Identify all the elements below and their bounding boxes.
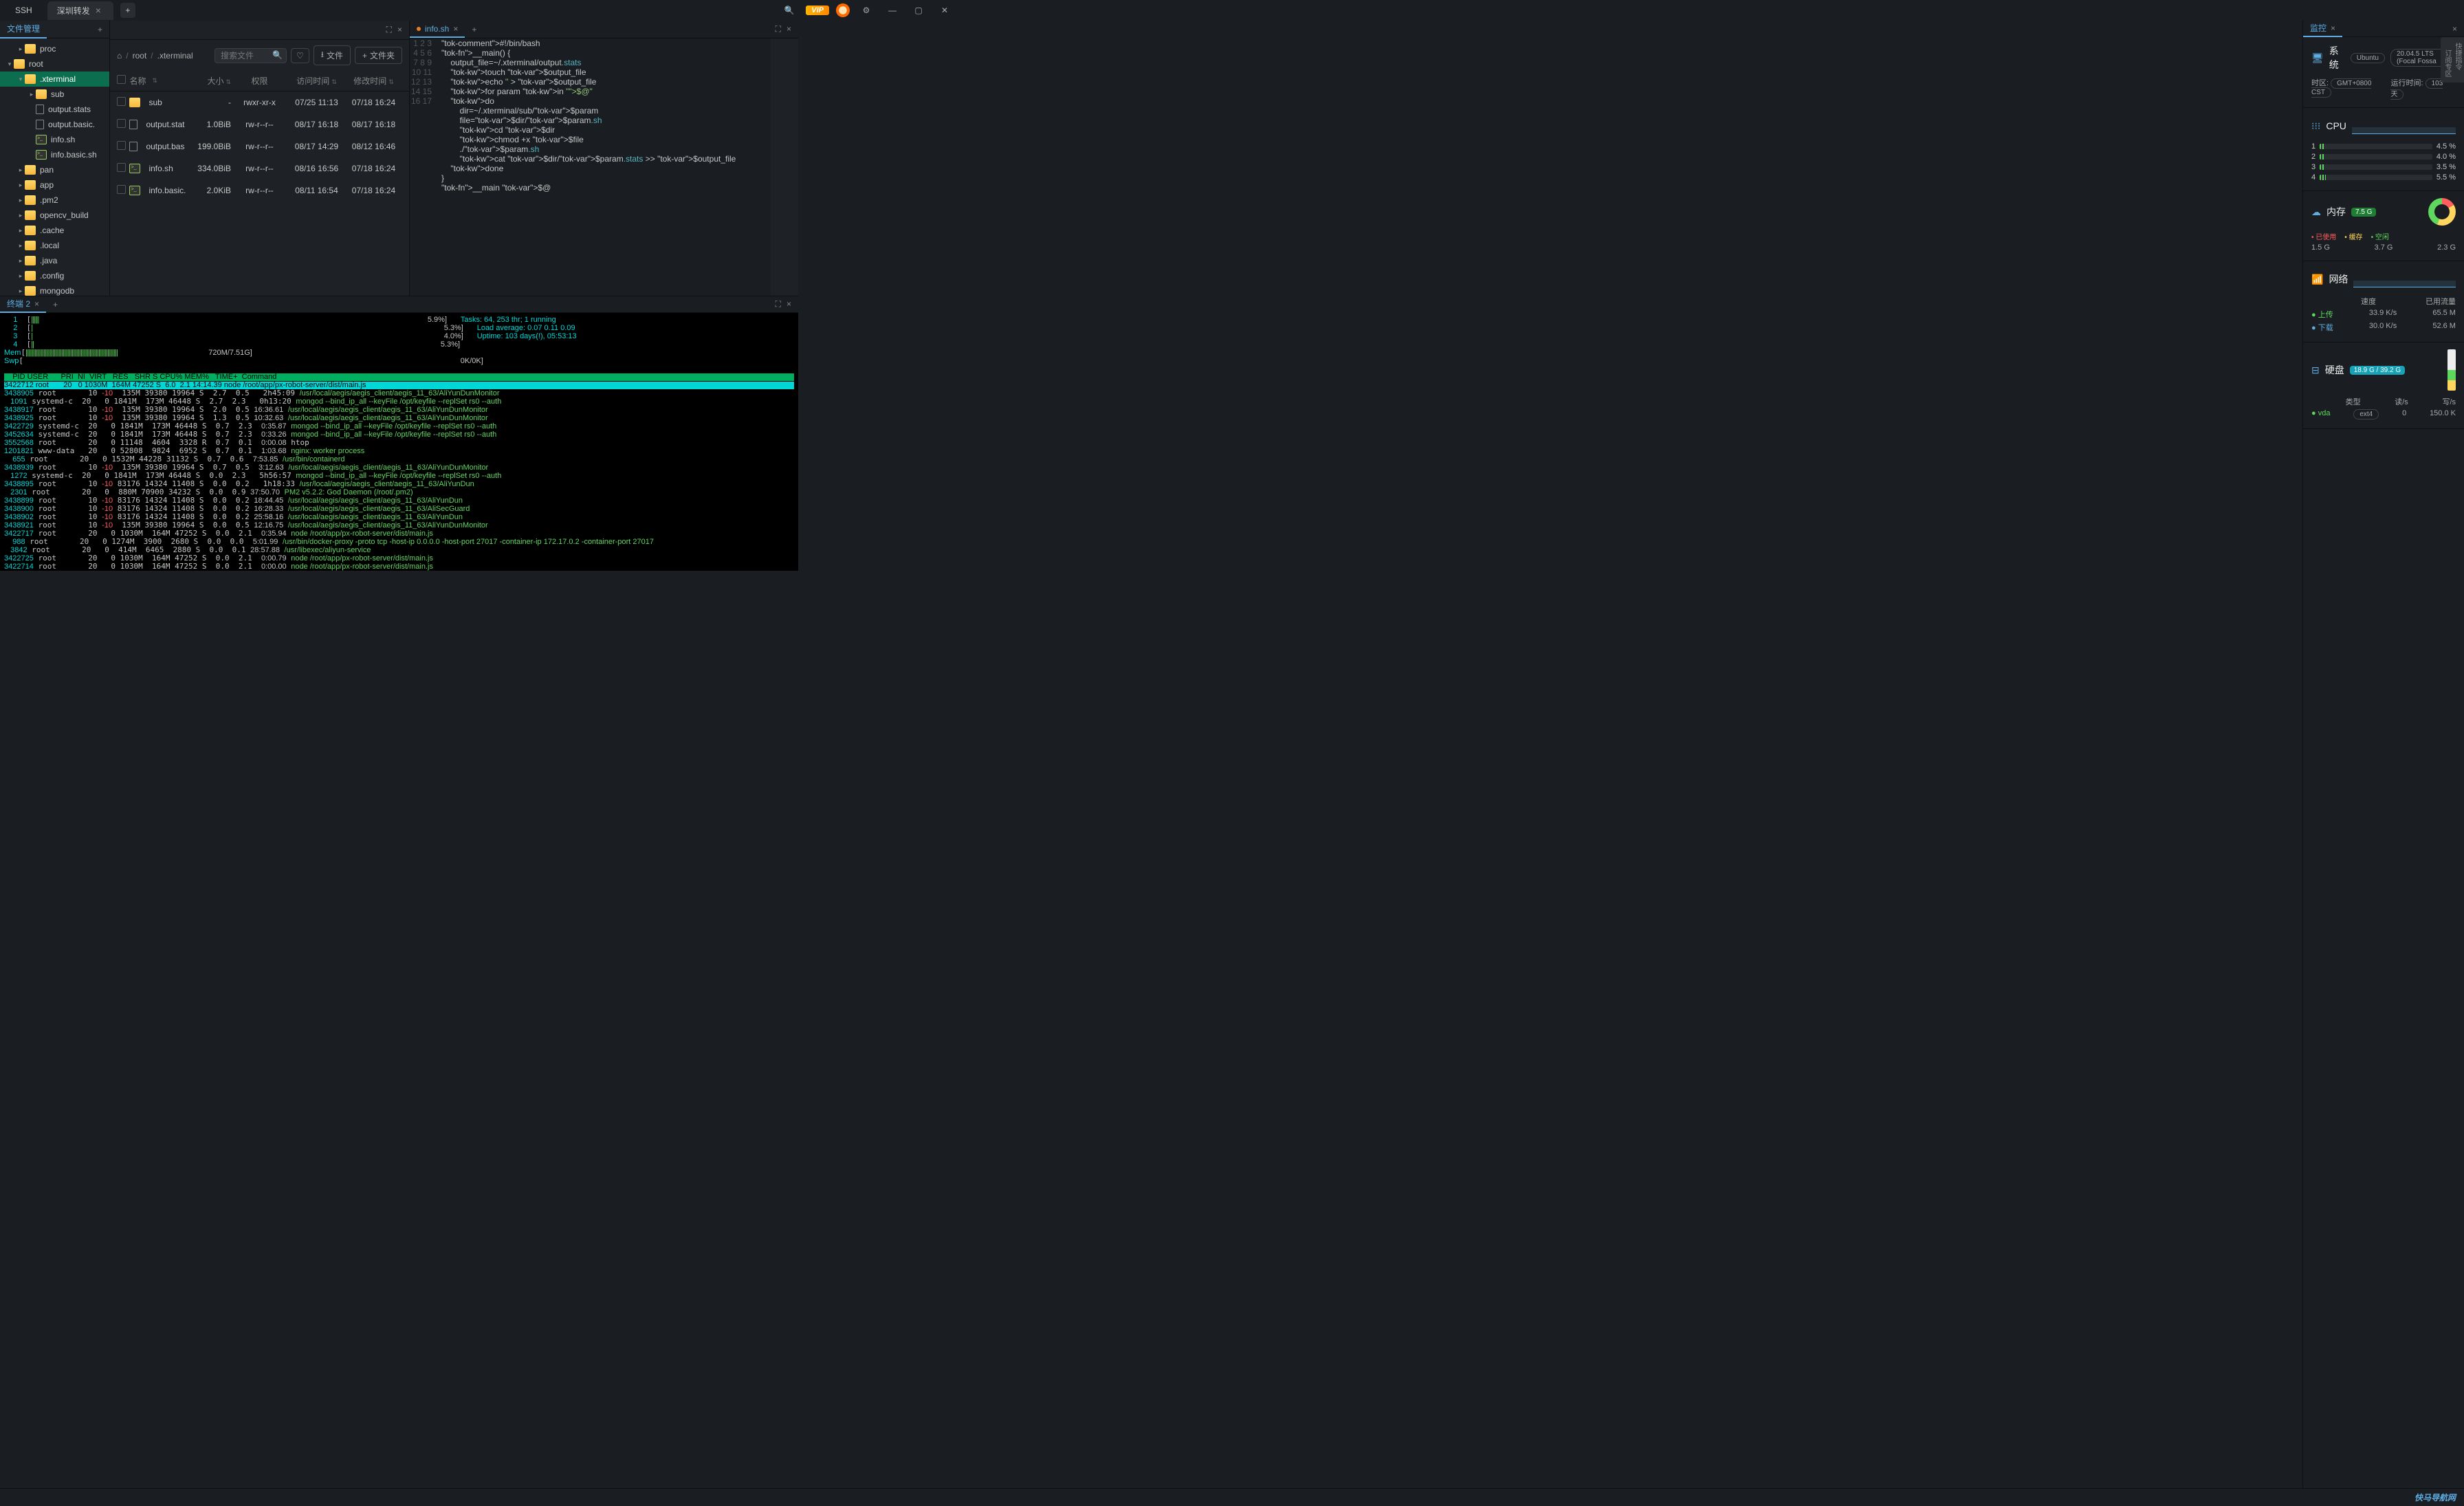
side-dock[interactable]: 快捷指令 订阅专区 <box>2441 37 2464 83</box>
file-tree-sidebar: 文件管理 + ▸proc▾root▾.xterminal▸suboutput.s… <box>0 21 110 296</box>
close-icon[interactable]: × <box>453 24 458 34</box>
search-icon[interactable]: 🔍 <box>272 50 283 60</box>
disk-card: ⊟ 硬盘 18.9 G / 39.2 G 类型读/s写/s ● vdaext40… <box>2303 342 2464 429</box>
editor-minimap[interactable] <box>771 39 798 296</box>
tree-item[interactable]: ▸opencv_build <box>0 208 109 223</box>
table-row[interactable]: info.basic. 2.0KiBrw-r--r-- 08/11 16:540… <box>110 179 409 201</box>
terminal-panel: 终端 2 × + ⛶ × 1 [|||||| 5.9%] Tasks: 64, … <box>0 296 798 571</box>
terminal-output[interactable]: 1 [|||||| 5.9%] Tasks: 64, 253 thr; 1 ru… <box>0 313 798 571</box>
terminal-tab[interactable]: 终端 2 × <box>0 296 46 313</box>
network-card: 📶网络 速度已用流量 ● 上传33.9 K/s65.5 M ● 下载30.0 K… <box>2303 261 2464 342</box>
file-tree[interactable]: ▸proc▾root▾.xterminal▸suboutput.statsout… <box>0 39 109 296</box>
close-icon[interactable]: × <box>2445 24 2464 34</box>
memory-card: ☁ 内存 7.5 G 已使用 缓存 空闲 1.5 G3.7 G2.3 G <box>2303 191 2464 261</box>
editor-gutter: 1 2 3 4 5 6 7 8 9 10 11 12 13 14 15 16 1… <box>410 39 437 296</box>
file-table-header: 名称⇅ 大小⇅ 权限 访问时间⇅ 修改时间⇅ <box>110 71 409 91</box>
table-row[interactable]: sub -rwxr-xr-x 07/25 11:1307/18 16:24 <box>110 91 409 113</box>
close-icon[interactable]: × <box>786 24 791 34</box>
wifi-icon: 📶 <box>2311 274 2323 285</box>
add-tab-button[interactable]: + <box>120 3 135 18</box>
tree-item[interactable]: ▸pan <box>0 162 109 177</box>
terminal-add-tab[interactable]: + <box>46 300 65 309</box>
expand-icon[interactable]: ⛶ <box>386 25 392 35</box>
tree-item[interactable]: ▸.java <box>0 253 109 268</box>
favorite-button[interactable]: ♡ <box>291 48 309 63</box>
upload-icon: ⭳ <box>321 48 324 63</box>
tree-item[interactable]: ▸.pm2 <box>0 193 109 208</box>
tree-item[interactable]: ▾.xterminal <box>0 72 109 87</box>
file-listing-panel: ⛶ × ⌂/ root/ .xterminal 🔍 ♡ ⭳文件 +文件夹 名称⇅… <box>110 21 410 296</box>
close-icon[interactable]: × <box>96 5 101 16</box>
vip-badge[interactable]: VIP <box>806 6 829 15</box>
plus-icon: + <box>362 51 367 61</box>
memory-donut <box>2428 198 2456 226</box>
monitor-icon: 🖥 <box>2311 52 2324 64</box>
cpu-icon: ⁝⁝⁝ <box>2311 120 2320 132</box>
expand-icon[interactable]: ⛶ <box>776 299 781 309</box>
tree-item[interactable]: ▸app <box>0 177 109 193</box>
table-row[interactable]: output.bas 199.0BiBrw-r--r-- 08/17 14:29… <box>110 135 409 157</box>
table-row[interactable]: info.sh 334.0BiBrw-r--r-- 08/16 16:5607/… <box>110 157 409 179</box>
editor-add-tab[interactable]: + <box>465 25 483 34</box>
tree-item[interactable]: ▸proc <box>0 41 109 56</box>
new-folder-button[interactable]: +文件夹 <box>355 47 402 64</box>
disk-usage-bar <box>2448 349 2456 391</box>
tree-item[interactable]: ▸mongodb <box>0 283 109 296</box>
breadcrumb-item[interactable]: root <box>133 51 147 61</box>
session-tab[interactable]: 深圳转发 × <box>47 1 113 20</box>
row-checkbox[interactable] <box>117 97 126 106</box>
search-icon[interactable]: 🔍 <box>780 1 799 20</box>
close-icon[interactable]: × <box>397 25 402 35</box>
breadcrumb: ⌂/ root/ .xterminal 🔍 ♡ ⭳文件 +文件夹 <box>110 40 409 71</box>
title-bar: SSH 深圳转发 × + 🔍 VIP ⚙ ― ▢ ✕ <box>0 0 960 21</box>
tree-item[interactable]: info.sh <box>0 132 109 147</box>
ssh-label: SSH <box>6 2 45 19</box>
close-window-icon[interactable]: ✕ <box>935 1 954 20</box>
editor-code[interactable]: "tok-comment">#!/bin/bash "tok-fn">__mai… <box>437 39 771 296</box>
select-all-checkbox[interactable] <box>117 75 126 84</box>
expand-icon[interactable]: ⛶ <box>776 24 781 34</box>
cloud-icon: ☁ <box>2311 206 2321 218</box>
cpu-card: ⁝⁝⁝CPU 14.5 %24.0 %33.5 %45.5 % <box>2303 108 2464 191</box>
tree-item[interactable]: ▸.config <box>0 268 109 283</box>
tree-item[interactable]: info.basic.sh <box>0 147 109 162</box>
row-checkbox[interactable] <box>117 141 126 150</box>
footer: 快马导航网 <box>0 1488 2464 1506</box>
close-icon[interactable]: × <box>2331 23 2335 33</box>
disk-icon: ⊟ <box>2311 364 2320 376</box>
modified-dot-icon <box>417 27 421 31</box>
tree-item[interactable]: ▸sub <box>0 87 109 102</box>
editor-tab[interactable]: info.sh × <box>410 21 465 38</box>
gear-icon[interactable]: ⚙ <box>857 1 876 20</box>
sidebar-tab-files[interactable]: 文件管理 <box>0 20 47 39</box>
minimize-icon[interactable]: ― <box>883 1 902 20</box>
tree-item[interactable]: ▸.local <box>0 238 109 253</box>
monitor-panel: 监控× × 🖥 系统 Ubuntu 20.04.5 LTS (Focal Fos… <box>2302 21 2464 1488</box>
editor-panel: info.sh × + ⛶ × 1 2 3 4 5 6 7 8 9 10 11 … <box>410 21 798 296</box>
close-icon[interactable]: × <box>786 299 791 309</box>
row-checkbox[interactable] <box>117 163 126 172</box>
avatar[interactable] <box>836 3 850 17</box>
close-icon[interactable]: × <box>34 299 39 309</box>
tree-item[interactable]: ▸.cache <box>0 223 109 238</box>
breadcrumb-item[interactable]: .xterminal <box>157 51 193 61</box>
tree-item[interactable]: output.stats <box>0 102 109 117</box>
monitor-tab[interactable]: 监控× <box>2303 21 2342 37</box>
maximize-icon[interactable]: ▢ <box>909 1 928 20</box>
tree-item[interactable]: ▾root <box>0 56 109 72</box>
home-icon[interactable]: ⌂ <box>117 51 122 61</box>
upload-file-button[interactable]: ⭳文件 <box>314 45 351 65</box>
table-row[interactable]: output.stat 1.0BiBrw-r--r-- 08/17 16:180… <box>110 113 409 135</box>
row-checkbox[interactable] <box>117 185 126 194</box>
tree-item[interactable]: output.basic. <box>0 117 109 132</box>
sidebar-add-button[interactable]: + <box>91 25 109 34</box>
system-card: 🖥 系统 Ubuntu 20.04.5 LTS (Focal Fossa 时区:… <box>2303 37 2464 108</box>
row-checkbox[interactable] <box>117 119 126 128</box>
